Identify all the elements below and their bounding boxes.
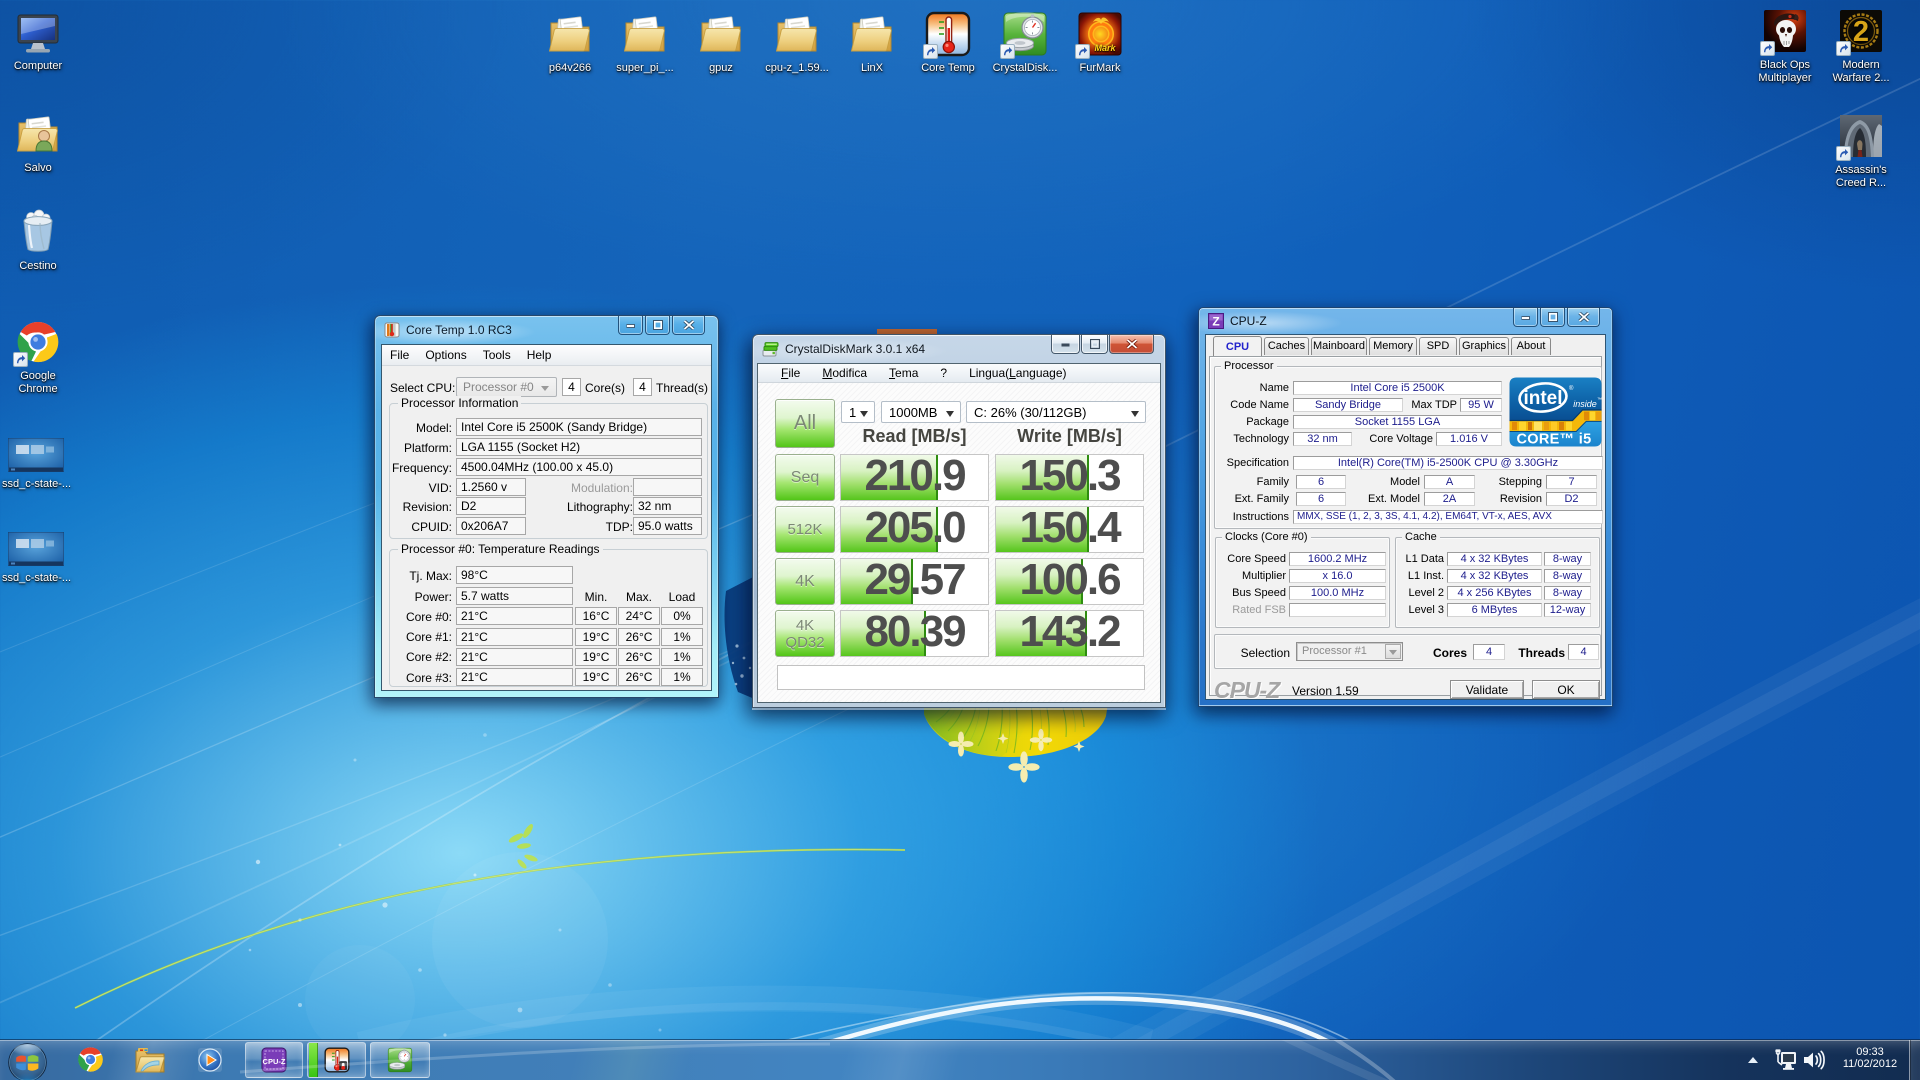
svg-text:®: ® xyxy=(1569,385,1574,392)
svg-text:inside: inside xyxy=(1573,399,1597,409)
svg-text:CORE™ i5: CORE™ i5 xyxy=(1517,432,1592,448)
svg-text:Z: Z xyxy=(1212,315,1219,329)
svg-text:intel: intel xyxy=(1523,388,1562,409)
svg-text:™: ™ xyxy=(1597,397,1602,403)
svg-text:CPU-Z: CPU-Z xyxy=(263,1057,286,1066)
